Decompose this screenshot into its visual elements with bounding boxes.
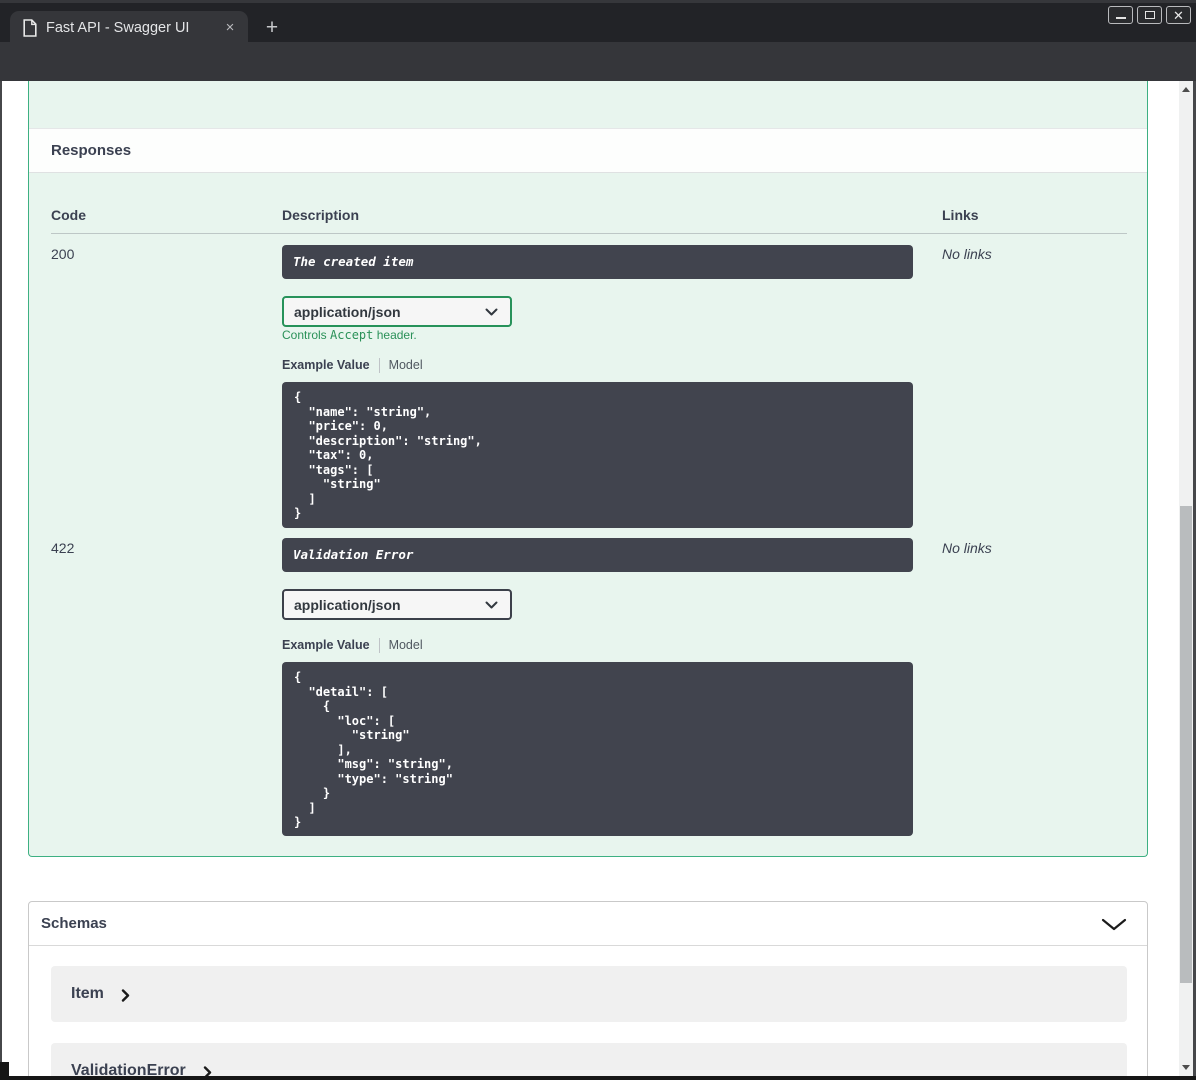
response-description: The created item (282, 245, 913, 279)
tab-model[interactable]: Model (389, 638, 423, 652)
responses-section-header: Responses (29, 128, 1147, 173)
model-example-tabs: Example Value Model (282, 357, 423, 373)
response-code: 200 (51, 246, 75, 262)
close-button[interactable]: ✕ (1166, 6, 1191, 24)
maximize-button[interactable] (1137, 6, 1162, 24)
page-favicon-icon (23, 19, 37, 37)
schemas-title: Schemas (41, 915, 107, 932)
col-header-code: Code (51, 207, 86, 223)
response-description: Validation Error (282, 538, 913, 572)
table-divider (51, 233, 1127, 234)
window-controls: ✕ (1108, 6, 1191, 24)
page-scrollbar[interactable] (1179, 81, 1193, 1076)
browser-tab[interactable]: Fast API - Swagger UI × (10, 11, 248, 45)
response-links: No links (942, 246, 992, 262)
tab-close-icon[interactable]: × (220, 18, 240, 38)
scroll-down-icon[interactable] (1182, 1065, 1190, 1070)
example-json: { "detail": [ { "loc": [ "string" ], "ms… (282, 662, 913, 836)
minimize-button[interactable] (1108, 6, 1133, 24)
chevron-down-icon (485, 601, 498, 608)
browser-toolbar: i 127.0.0.1:8000/docs ☆ (0, 42, 1196, 118)
col-header-description: Description (282, 207, 360, 223)
swagger-page: Responses Code Description Links 200 The… (2, 81, 1193, 1076)
tab-example-value[interactable]: Example Value (282, 358, 370, 372)
model-example-tabs: Example Value Model (282, 637, 423, 653)
chevron-right-icon (203, 1065, 211, 1076)
new-tab-button[interactable]: + (260, 16, 284, 40)
schemas-section: Schemas Item ValidationError (28, 901, 1148, 1076)
media-type-select[interactable]: application/json (282, 296, 512, 327)
tab-model[interactable]: Model (389, 358, 423, 372)
operation-panel: Responses Code Description Links 200 The… (28, 81, 1148, 857)
col-header-links: Links (942, 207, 979, 223)
tab-strip: Fast API - Swagger UI × + ✕ (0, 0, 1196, 45)
response-code: 422 (51, 540, 75, 556)
response-links: No links (942, 540, 992, 556)
schemas-header[interactable]: Schemas (29, 902, 1147, 946)
example-json: { "name": "string", "price": 0, "descrip… (282, 382, 913, 528)
accept-header-note: Controls Accept header. (282, 328, 417, 342)
chevron-down-icon[interactable] (1101, 918, 1127, 931)
media-type-select[interactable]: application/json (282, 589, 512, 620)
tab-title: Fast API - Swagger UI (46, 20, 190, 36)
window-border-left (0, 81, 2, 1080)
responses-title: Responses (51, 142, 132, 159)
scroll-up-icon[interactable] (1182, 87, 1190, 92)
chevron-right-icon (121, 988, 130, 1002)
scrollbar-thumb[interactable] (1180, 506, 1192, 983)
window-corner (0, 1062, 9, 1080)
schema-item-row[interactable]: Item (51, 966, 1127, 1022)
tab-example-value[interactable]: Example Value (282, 638, 370, 652)
browser-window: Fast API - Swagger UI × + ✕ i 127.0.0.1:… (0, 0, 1196, 1080)
window-border-bottom (0, 1076, 1196, 1080)
chevron-down-icon (485, 308, 498, 315)
schema-validationerror-row[interactable]: ValidationError (51, 1043, 1127, 1076)
